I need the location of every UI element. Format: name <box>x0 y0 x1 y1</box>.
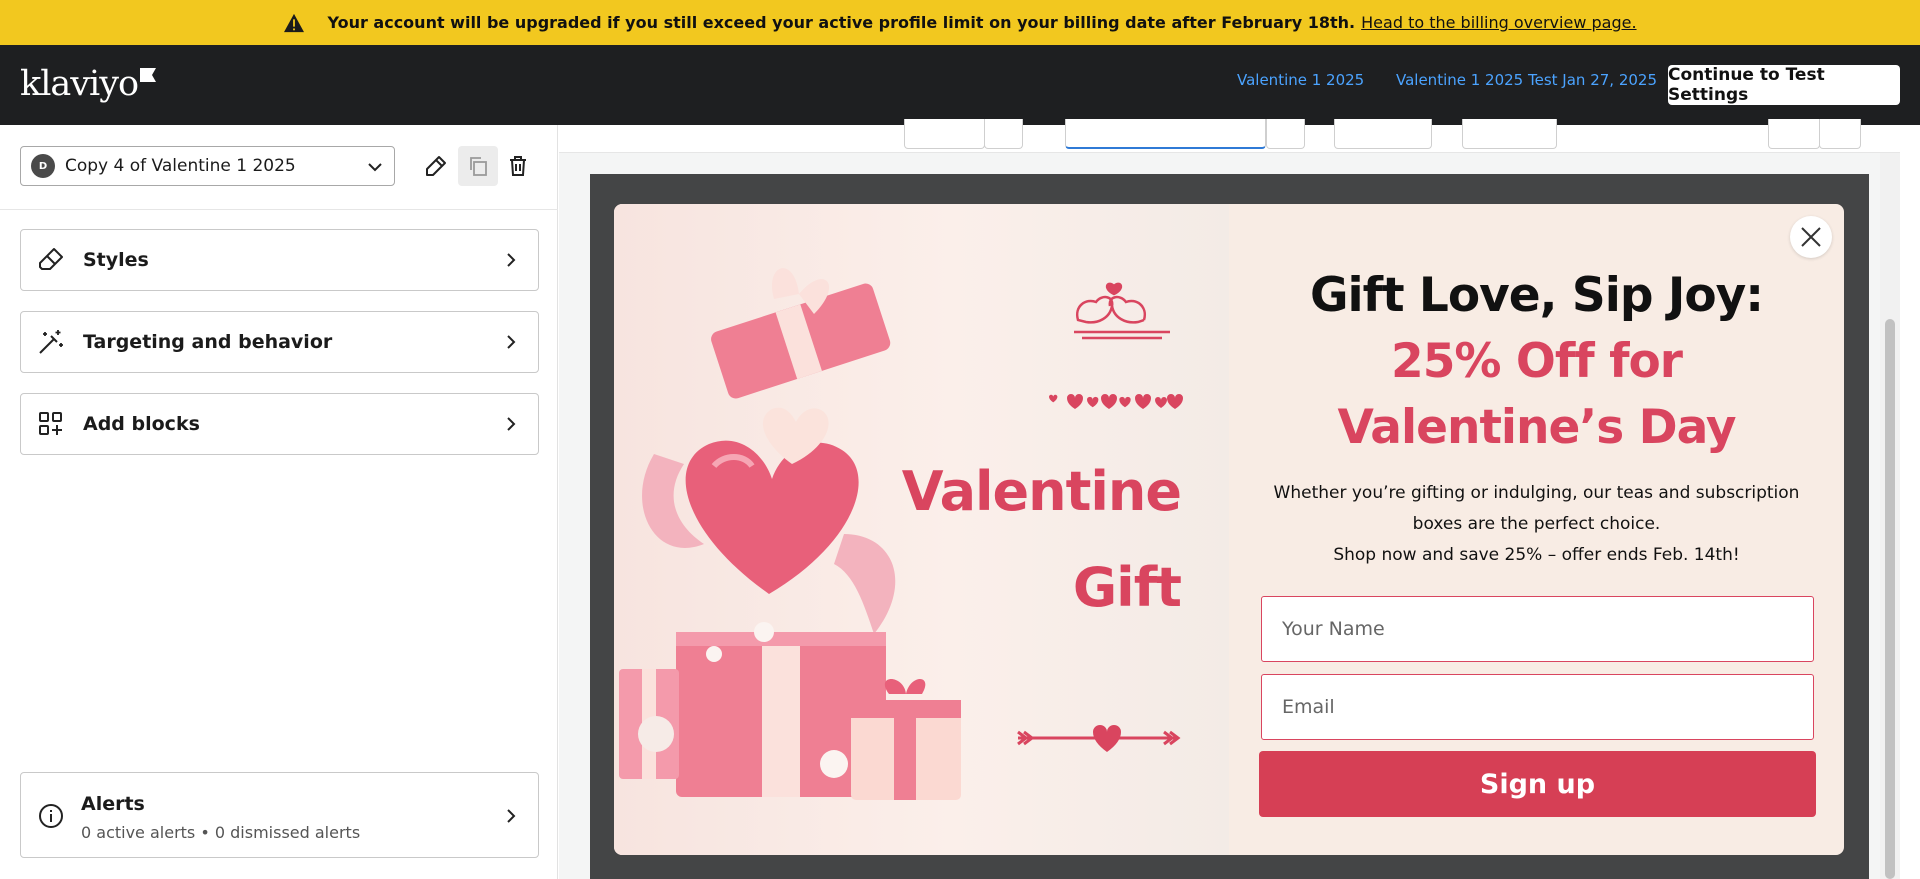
toolbar-control[interactable] <box>1266 119 1305 149</box>
upgrade-warning-banner: Your account will be upgraded if you sti… <box>0 0 1920 45</box>
delete-button[interactable] <box>498 146 538 186</box>
breadcrumb-form-link[interactable]: Valentine 1 2025 <box>1237 71 1364 89</box>
alerts-title: Alerts <box>81 793 145 815</box>
preview-toolbar <box>559 119 1900 153</box>
popup-offer-line-2: Valentine’s Day <box>1337 400 1737 455</box>
add-blocks-card[interactable]: Add blocks <box>20 393 539 455</box>
preview-scrollbar[interactable] <box>1880 153 1900 879</box>
gift-illustration <box>619 268 1183 800</box>
chevron-right-icon <box>507 417 516 431</box>
billing-overview-link[interactable]: Head to the billing overview page. <box>1361 13 1636 32</box>
popup-offer-line-1: 25% Off for <box>1391 334 1683 389</box>
popup-body-text: Whether you’re gifting or indulging, our… <box>1273 483 1800 534</box>
banner-message: Your account will be upgraded if you sti… <box>327 13 1356 32</box>
toolbar-control[interactable] <box>1462 119 1557 149</box>
breadcrumb-test-link[interactable]: Valentine 1 2025 Test Jan 27, 2025 <box>1396 71 1657 89</box>
image-headline-gift: Gift <box>1072 556 1182 619</box>
sidebar-divider <box>0 209 558 210</box>
pencil-icon <box>426 156 446 176</box>
popup-headline: Gift Love, Sip Joy: <box>1309 268 1764 323</box>
editor-sidebar: D Copy 4 of Valentine 1 2025 Styles Targ… <box>0 125 558 879</box>
info-icon <box>39 804 63 828</box>
name-input[interactable] <box>1261 596 1814 662</box>
continue-to-test-settings-button[interactable]: Continue to Test Settings <box>1668 65 1900 105</box>
version-avatar: D <box>31 154 55 178</box>
scrollbar-thumb[interactable] <box>1885 319 1895 879</box>
chevron-right-icon <box>507 253 516 267</box>
logo-text: klaviyo <box>20 64 139 104</box>
close-icon <box>1801 227 1821 247</box>
trash-icon <box>510 156 526 176</box>
toolbar-control[interactable] <box>1065 119 1266 149</box>
chevron-right-icon <box>507 335 516 349</box>
version-select-value: Copy 4 of Valentine 1 2025 <box>65 156 296 176</box>
toolbar-control[interactable] <box>1768 119 1820 149</box>
warning-icon <box>284 13 305 32</box>
version-select[interactable]: D Copy 4 of Valentine 1 2025 <box>20 146 395 186</box>
styles-card[interactable]: Styles <box>20 229 539 291</box>
signup-popup: Valentine Gift Gift Love, Sip Joy: 25% O… <box>614 204 1844 855</box>
toolbar-control[interactable] <box>904 119 985 149</box>
blocks-icon <box>37 410 65 438</box>
logo-flag-icon <box>140 68 157 82</box>
targeting-label: Targeting and behavior <box>83 331 333 353</box>
magic-wand-icon <box>37 328 65 356</box>
alerts-card[interactable]: Alerts 0 active alerts • 0 dismissed ale… <box>20 772 539 858</box>
image-headline-valentine: Valentine <box>901 460 1182 523</box>
styles-label: Styles <box>83 249 149 271</box>
alerts-summary: 0 active alerts • 0 dismissed alerts <box>81 823 361 842</box>
rename-button[interactable] <box>416 146 456 186</box>
chevron-down-icon <box>368 163 382 172</box>
chevron-right-icon <box>507 809 516 823</box>
top-header: klaviyo Valentine 1 2025 Valentine 1 202… <box>0 45 1920 125</box>
toolbar-control[interactable] <box>984 119 1023 149</box>
copy-icon <box>470 157 487 176</box>
targeting-card[interactable]: Targeting and behavior <box>20 311 539 373</box>
popup-promo-text: Shop now and save 25% – offer ends Feb. … <box>1333 545 1740 565</box>
toolbar-control[interactable] <box>1819 119 1861 149</box>
valentine-gift-image: Valentine Gift <box>614 204 1229 855</box>
paint-eraser-icon <box>37 246 65 274</box>
duplicate-button[interactable] <box>458 146 498 186</box>
add-blocks-label: Add blocks <box>83 413 200 435</box>
email-input[interactable] <box>1261 674 1814 740</box>
sign-up-button[interactable]: Sign up <box>1259 751 1816 817</box>
toolbar-control[interactable] <box>1334 119 1432 149</box>
klaviyo-logo[interactable]: klaviyo <box>20 64 157 104</box>
popup-close-button[interactable] <box>1790 216 1832 258</box>
